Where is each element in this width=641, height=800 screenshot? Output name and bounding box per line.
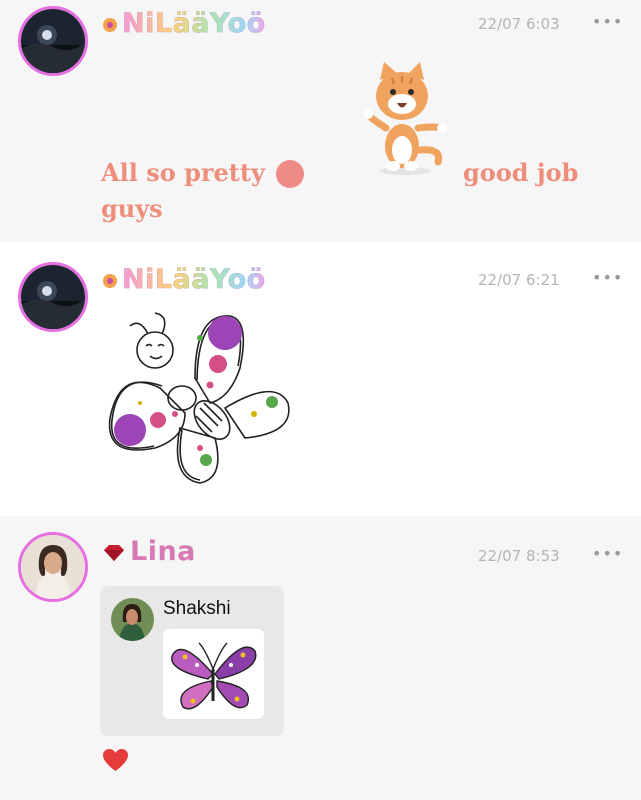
timestamp: 22/07 8:53: [478, 547, 560, 565]
username[interactable]: NiLääYoö: [102, 264, 266, 295]
username[interactable]: Lina: [102, 536, 196, 567]
timestamp: 22/07 6:03: [478, 15, 560, 33]
waving-cat-sticker: [363, 62, 447, 175]
message-text-line: guys: [101, 194, 163, 223]
timestamp: 22/07 6:21: [478, 271, 560, 289]
more-options-icon[interactable]: •••: [592, 12, 623, 31]
user-avatar[interactable]: [18, 532, 88, 602]
message-post: Lina 22/07 8:53 ••• Shakshi: [0, 516, 641, 800]
person-photo-avatar-icon: [111, 598, 154, 641]
person-photo-avatar-icon: [21, 535, 85, 599]
ruby-gem-badge-icon: [104, 544, 124, 561]
more-options-icon[interactable]: •••: [592, 268, 623, 287]
message-post: NiLääYoö 22/07 6:21 •••: [0, 242, 641, 516]
heart-reaction-icon[interactable]: [102, 748, 129, 772]
butterfly-drawing-image: [171, 642, 257, 710]
paw-badge-icon: [103, 273, 117, 288]
quoted-image[interactable]: [163, 629, 264, 719]
quoted-username: Shakshi: [163, 598, 231, 619]
quoted-message[interactable]: Shakshi: [100, 586, 284, 736]
moon-night-avatar-icon: [21, 265, 85, 329]
username-text: NiLääYoö: [122, 8, 266, 40]
message-post: NiLääYoö 22/07 6:03 ••• All so pretty go…: [0, 0, 641, 242]
moon-night-avatar-icon: [21, 9, 85, 73]
user-avatar[interactable]: [18, 6, 88, 76]
message-text-line: All so pretty: [101, 158, 265, 187]
more-options-icon[interactable]: •••: [592, 544, 623, 563]
username-text: Lina: [130, 536, 196, 567]
message-text-line: good job: [463, 158, 579, 187]
paw-badge-icon: [103, 17, 117, 32]
user-avatar[interactable]: [18, 262, 88, 332]
red-circle-emoji: [276, 160, 304, 188]
butterfly-drawing-image[interactable]: [100, 308, 290, 488]
username-text: NiLääYoö: [122, 264, 266, 296]
quoted-user-avatar: [111, 598, 154, 641]
username[interactable]: NiLääYoö: [102, 8, 266, 39]
